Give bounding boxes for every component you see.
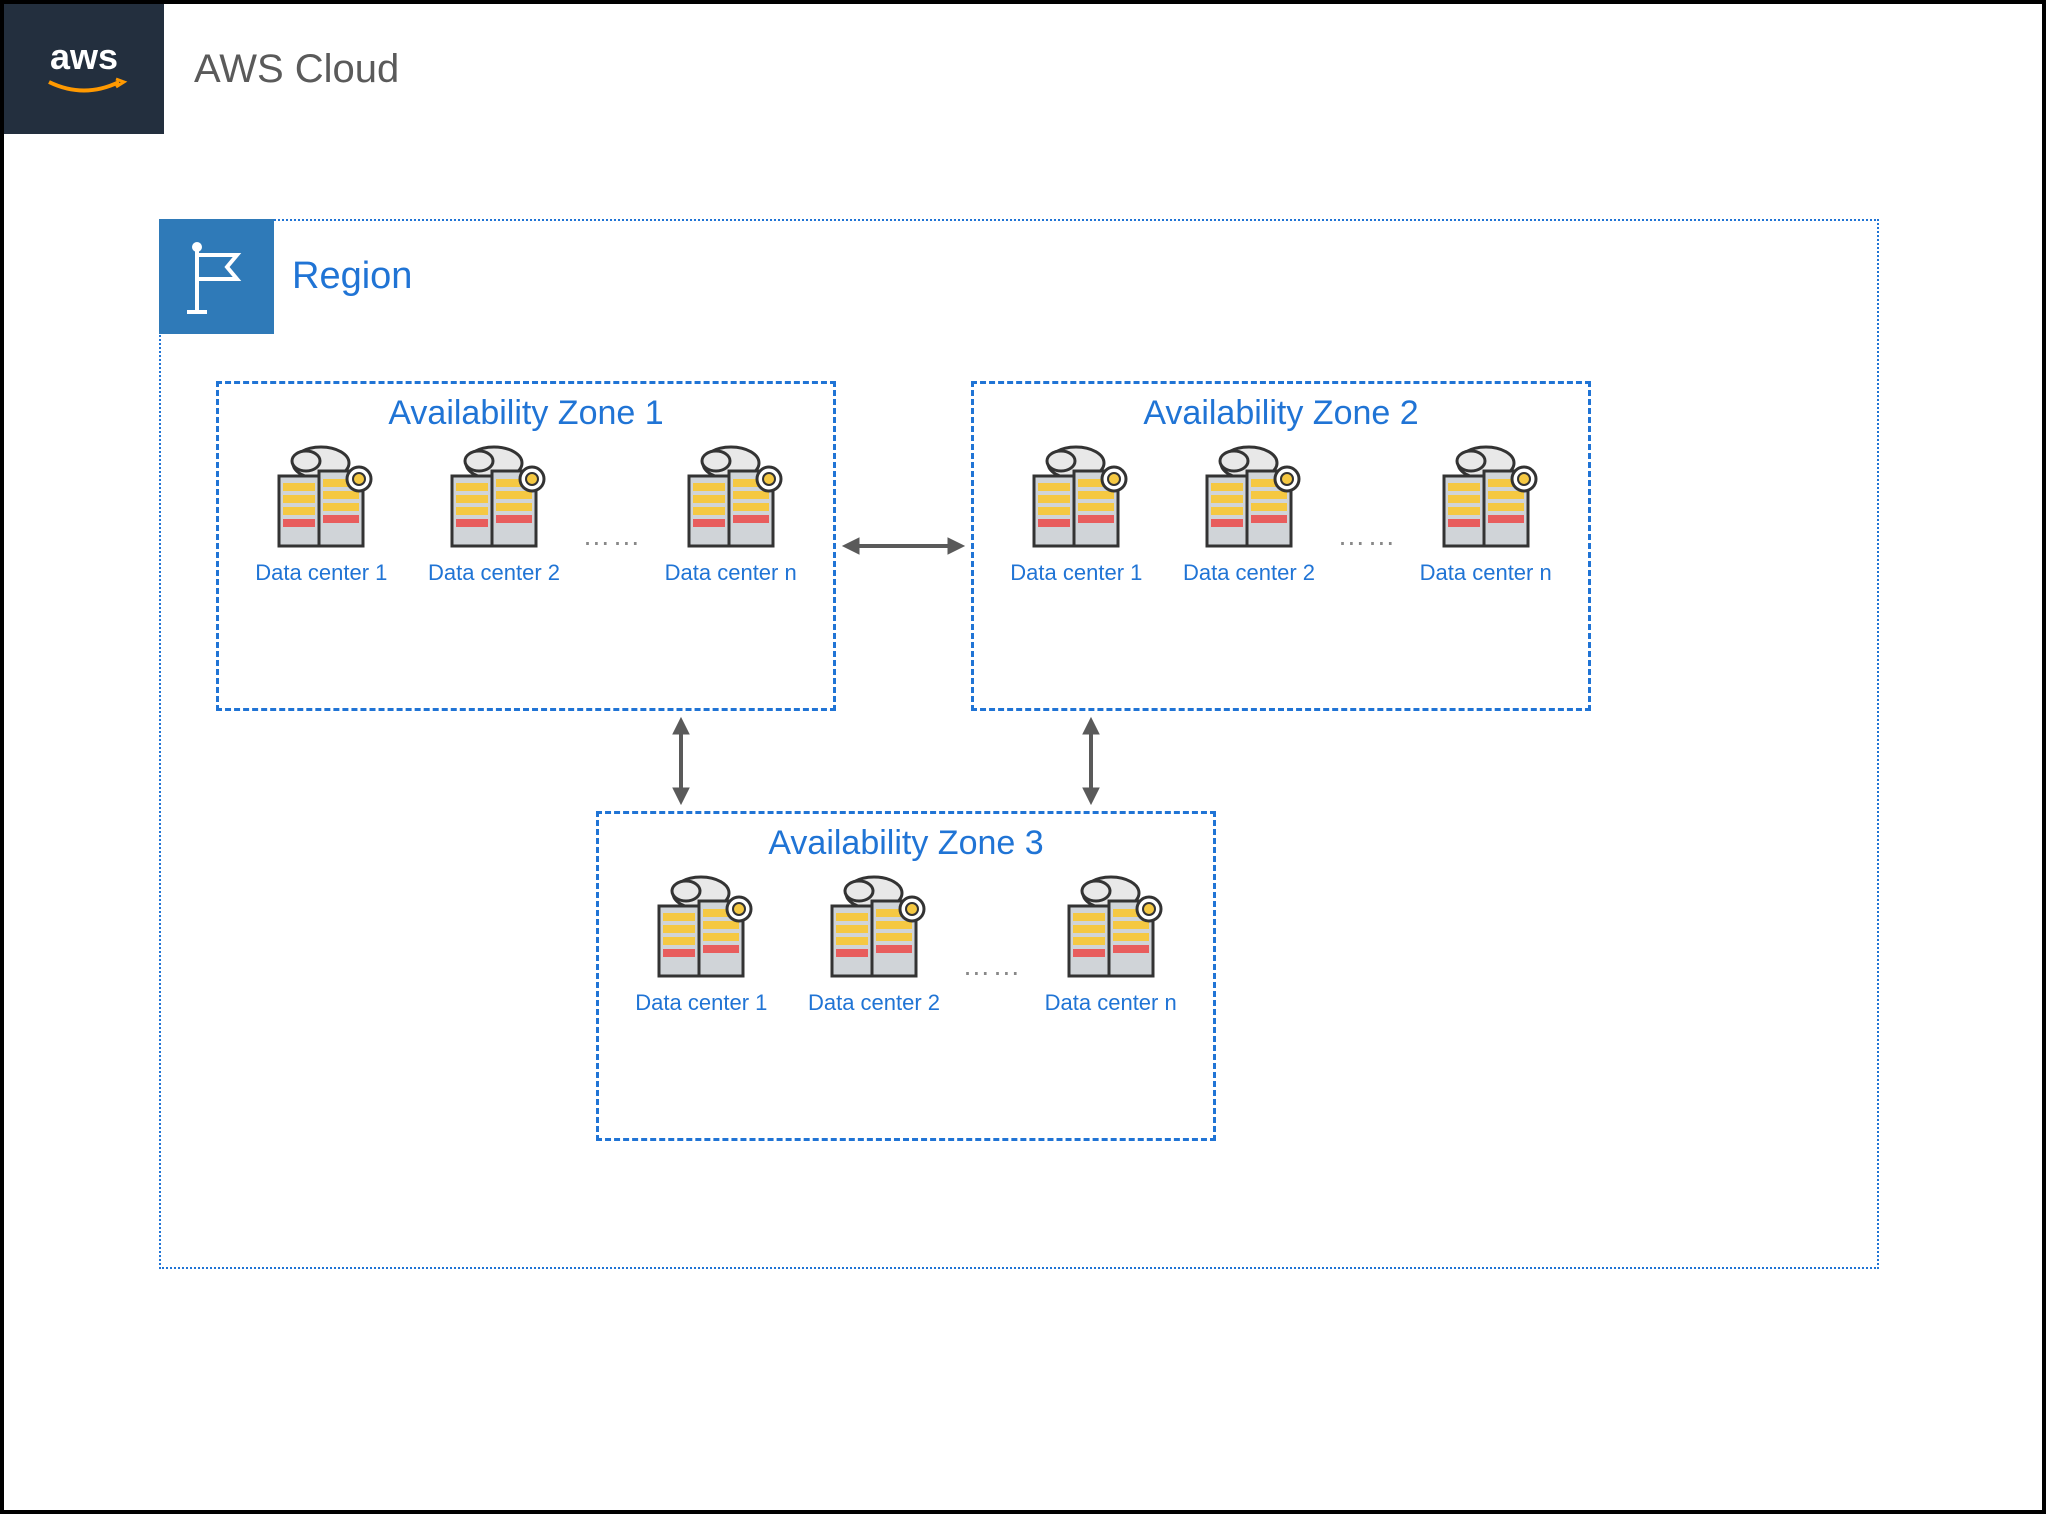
region-icon xyxy=(159,219,274,334)
az2-dc2-label: Data center 2 xyxy=(1183,559,1315,587)
az2-dc1-label: Data center 1 xyxy=(1010,559,1142,587)
aws-logo-icon: aws xyxy=(34,34,134,104)
availability-zone-2: Availability Zone 2 Da xyxy=(971,381,1591,711)
az1-title: Availability Zone 1 xyxy=(219,394,833,433)
availability-zone-3: Availability Zone 3 Da xyxy=(596,811,1216,1141)
region-header: Region xyxy=(159,219,1877,334)
header: aws AWS Cloud xyxy=(4,4,2042,134)
arrow-az2-az3 xyxy=(1076,716,1106,806)
datacenter-icon xyxy=(671,441,791,551)
region-label: Region xyxy=(292,255,412,298)
az2-dcn: Data center n xyxy=(1401,441,1570,587)
flag-icon xyxy=(182,237,252,317)
az3-title: Availability Zone 3 xyxy=(599,824,1213,863)
az3-dc2-label: Data center 2 xyxy=(808,989,940,1017)
arrow-az1-az3 xyxy=(666,716,696,806)
az2-ellipsis: …… xyxy=(1337,520,1397,552)
az1-datacenter-row: Data center 1 Data c xyxy=(219,441,833,587)
az2-dc2: Data center 2 xyxy=(1165,441,1334,587)
az3-dc2: Data center 2 xyxy=(790,871,959,1017)
az3-dcn-label: Data center n xyxy=(1045,989,1177,1017)
az2-dc1: Data center 1 xyxy=(992,441,1161,587)
az3-dcn: Data center n xyxy=(1026,871,1195,1017)
datacenter-icon xyxy=(261,441,381,551)
datacenter-icon xyxy=(1051,871,1171,981)
az1-dcn-label: Data center n xyxy=(665,559,797,587)
datacenter-icon xyxy=(641,871,761,981)
availability-zone-1: Availability Zone 1 Da xyxy=(216,381,836,711)
aws-logo: aws xyxy=(4,4,164,134)
az3-dc1-label: Data center 1 xyxy=(635,989,767,1017)
az1-dcn: Data center n xyxy=(646,441,815,587)
datacenter-icon xyxy=(1016,441,1136,551)
az3-ellipsis: …… xyxy=(962,950,1022,982)
svg-text:aws: aws xyxy=(50,36,118,77)
az3-datacenter-row: Data center 1 Data c xyxy=(599,871,1213,1017)
az1-dc1: Data center 1 xyxy=(237,441,406,587)
datacenter-icon xyxy=(1189,441,1309,551)
az1-dc1-label: Data center 1 xyxy=(255,559,387,587)
region-container: Region Availability Zone 1 xyxy=(159,219,1879,1269)
az1-ellipsis: …… xyxy=(582,520,642,552)
az3-dc1: Data center 1 xyxy=(617,871,786,1017)
az2-title: Availability Zone 2 xyxy=(974,394,1588,433)
az1-dc2: Data center 2 xyxy=(410,441,579,587)
diagram-frame: aws AWS Cloud Region Availability Zone 1 xyxy=(0,0,2046,1514)
datacenter-icon xyxy=(814,871,934,981)
az2-dcn-label: Data center n xyxy=(1420,559,1552,587)
cloud-title: AWS Cloud xyxy=(194,47,399,92)
datacenter-icon xyxy=(434,441,554,551)
arrow-az1-az2 xyxy=(841,531,966,561)
az1-dc2-label: Data center 2 xyxy=(428,559,560,587)
az2-datacenter-row: Data center 1 Data c xyxy=(974,441,1588,587)
datacenter-icon xyxy=(1426,441,1546,551)
